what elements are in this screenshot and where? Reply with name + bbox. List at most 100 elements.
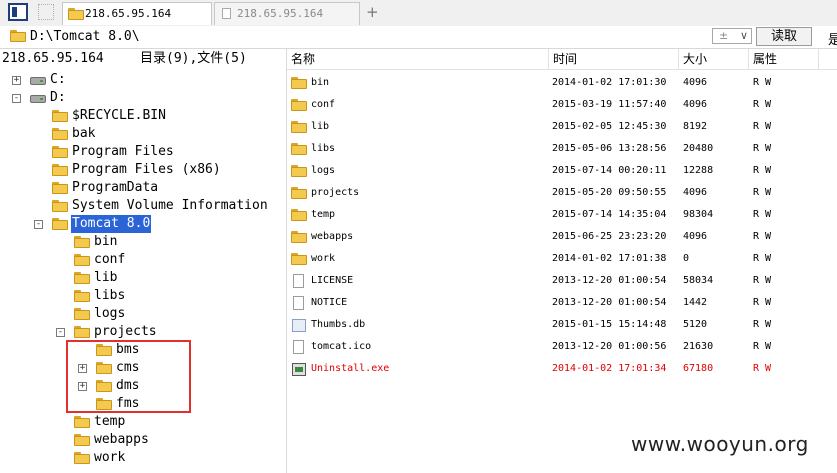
- tab-bar: 218.65.95.164 218.65.95.164 +: [0, 0, 837, 27]
- window-layout-icon[interactable]: [8, 3, 28, 21]
- scrollbar[interactable]: [820, 49, 837, 69]
- blank-tab-icon[interactable]: [38, 4, 54, 20]
- file-time: 2015-06-25 23:23:20: [552, 231, 667, 242]
- folder-icon: [291, 99, 307, 111]
- folder-icon: [291, 143, 307, 155]
- file-size: 98304: [683, 209, 714, 220]
- tree-node-label: lib: [94, 270, 118, 285]
- file-name: temp: [311, 209, 336, 220]
- collapse-icon[interactable]: -: [56, 328, 65, 337]
- file-attr: R W: [753, 99, 772, 110]
- info-row: 218.65.95.164 目录(9),文件(5): [0, 49, 287, 69]
- file-time: 2015-07-14 14:35:04: [552, 209, 667, 220]
- file-row[interactable]: Thumbs.db 2015-01-15 15:14:48 5120 R W: [287, 314, 837, 336]
- file-row[interactable]: tomcat.ico 2013-12-20 01:00:56 21630 R W: [287, 336, 837, 358]
- file-row[interactable]: conf 2015-03-19 11:57:40 4096 R W: [287, 94, 837, 116]
- collapse-icon[interactable]: -: [12, 94, 21, 103]
- tree-node[interactable]: Program Files: [0, 143, 287, 161]
- database-file-icon: [292, 319, 306, 332]
- file-size: 4096: [683, 231, 708, 242]
- file-row[interactable]: libs 2015-05-06 13:28:56 20480 R W: [287, 138, 837, 160]
- file-time: 2015-05-06 13:28:56: [552, 143, 667, 154]
- file-time: 2014-01-02 17:01:38: [552, 253, 667, 264]
- tree-node[interactable]: $RECYCLE.BIN: [0, 107, 287, 125]
- file-name: webapps: [311, 231, 354, 242]
- file-list: bin 2014-01-02 17:01:30 4096 R W conf 2015-03…: [287, 70, 837, 473]
- folder-icon: [291, 165, 307, 177]
- tree-node-label: bin: [94, 234, 118, 249]
- file-row[interactable]: Uninstall.exe 2014-01-02 17:01:34 67180 R W: [287, 358, 837, 380]
- tree-node[interactable]: ProgramData: [0, 179, 287, 197]
- tree-node[interactable]: temp: [0, 413, 287, 431]
- folder-icon: [74, 272, 90, 284]
- file-time: 2013-12-20 01:00:54: [552, 275, 667, 286]
- file-time: 2015-01-15 15:14:48: [552, 319, 667, 330]
- tree-node-label: Program Files: [72, 144, 174, 159]
- column-header-size[interactable]: 大小: [679, 49, 749, 69]
- tree-node[interactable]: - D:: [0, 89, 287, 107]
- new-tab-button[interactable]: +: [366, 3, 379, 21]
- file-row[interactable]: LICENSE 2013-12-20 01:00:54 58034 R W: [287, 270, 837, 292]
- tree-node[interactable]: - Tomcat 8.0: [0, 215, 287, 233]
- file-size: 4096: [683, 187, 708, 198]
- tree-node[interactable]: System Volume Information: [0, 197, 287, 215]
- tab-label: 218.65.95.164: [237, 7, 324, 20]
- file-attr: R W: [753, 187, 772, 198]
- folder-icon: [52, 218, 68, 230]
- tree-node[interactable]: webapps: [0, 431, 287, 449]
- file-row[interactable]: lib 2015-02-05 12:45:30 8192 R W: [287, 116, 837, 138]
- tab-inactive[interactable]: 218.65.95.164: [214, 2, 360, 25]
- file-name: lib: [311, 121, 330, 132]
- path-input[interactable]: D:\Tomcat 8.0\: [30, 29, 140, 44]
- tree-node-label: System Volume Information: [72, 198, 268, 213]
- sort-dropdown[interactable]: ± ∨: [712, 28, 752, 44]
- folder-icon: [68, 8, 84, 20]
- tree-node[interactable]: bak: [0, 125, 287, 143]
- tree-node[interactable]: lib: [0, 269, 287, 287]
- file-name: Uninstall.exe: [311, 363, 390, 374]
- file-attr: R W: [753, 165, 772, 176]
- tree-node[interactable]: work: [0, 449, 287, 467]
- expand-icon[interactable]: +: [12, 76, 21, 85]
- file-row[interactable]: projects 2015-05-20 09:50:55 4096 R W: [287, 182, 837, 204]
- tree-node-label: work: [94, 450, 126, 465]
- collapse-icon[interactable]: -: [34, 220, 43, 229]
- folder-icon: [74, 452, 90, 464]
- folder-icon: [52, 146, 68, 158]
- read-button[interactable]: 读取: [756, 27, 812, 46]
- truncated-button-label[interactable]: 是: [828, 29, 837, 48]
- tree-node[interactable]: - projects: [0, 323, 287, 341]
- file-attr: R W: [753, 275, 772, 286]
- file-list-header: 名称 时间 大小 属性: [287, 49, 837, 70]
- tree-node-label: Tomcat 8.0: [71, 215, 152, 233]
- tab-label: 218.65.95.164: [85, 7, 172, 20]
- column-header-attr[interactable]: 属性: [749, 49, 819, 69]
- tab-active[interactable]: 218.65.95.164: [62, 2, 212, 25]
- tree-node[interactable]: Program Files (x86): [0, 161, 287, 179]
- file-row[interactable]: temp 2015-07-14 14:35:04 98304 R W: [287, 204, 837, 226]
- tree-node[interactable]: libs: [0, 287, 287, 305]
- file-row[interactable]: NOTICE 2013-12-20 01:00:54 1442 R W: [287, 292, 837, 314]
- column-header-name[interactable]: 名称: [287, 49, 549, 69]
- chevron-down-icon: ∨: [739, 29, 748, 42]
- file-name: NOTICE: [311, 297, 348, 308]
- file-attr: R W: [753, 319, 772, 330]
- file-size: 0: [683, 253, 690, 264]
- file-row[interactable]: webapps 2015-06-25 23:23:20 4096 R W: [287, 226, 837, 248]
- file-row[interactable]: logs 2015-07-14 00:20:11 12288 R W: [287, 160, 837, 182]
- drive-icon: [30, 95, 46, 103]
- file-time: 2015-07-14 00:20:11: [552, 165, 667, 176]
- folder-icon: [52, 182, 68, 194]
- column-header-time[interactable]: 时间: [549, 49, 679, 69]
- folder-icon: [291, 231, 307, 243]
- tree-node[interactable]: + C:: [0, 71, 287, 89]
- tree-node[interactable]: conf: [0, 251, 287, 269]
- file-name: tomcat.ico: [311, 341, 372, 352]
- file-row[interactable]: work 2014-01-02 17:01:38 0 R W: [287, 248, 837, 270]
- file-row[interactable]: bin 2014-01-02 17:01:30 4096 R W: [287, 72, 837, 94]
- tree-node-label: D:: [50, 90, 66, 105]
- file-name: LICENSE: [311, 275, 354, 286]
- tree-node[interactable]: bin: [0, 233, 287, 251]
- tree-node[interactable]: logs: [0, 305, 287, 323]
- folder-icon: [291, 187, 307, 199]
